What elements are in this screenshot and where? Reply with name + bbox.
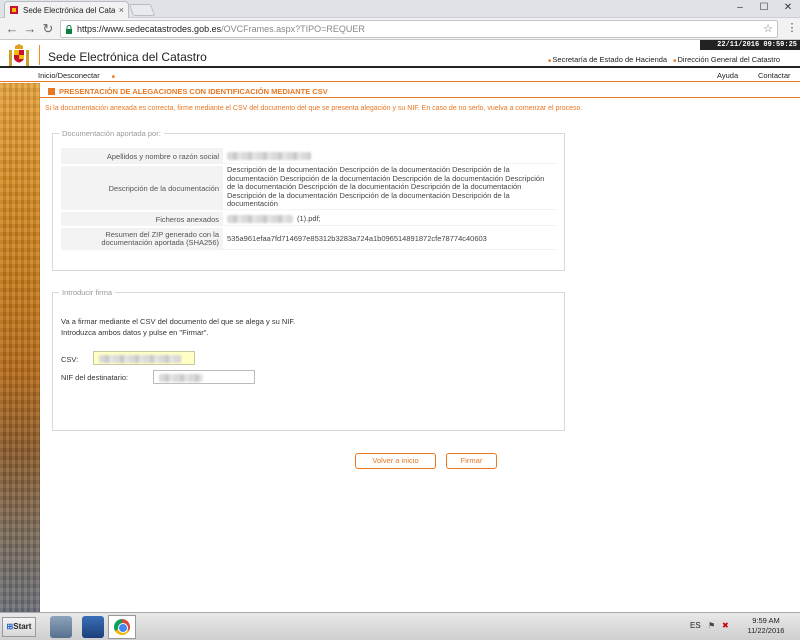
back-to-start-button[interactable]: Volver a inicio — [355, 453, 436, 469]
description-label: Descripción de la documentación — [61, 166, 223, 210]
redacted-filename — [227, 214, 293, 223]
coat-of-arms-logo — [9, 44, 29, 66]
main-content: PRESENTACIÓN DE ALEGACIONES CON IDENTIFI… — [40, 83, 800, 612]
browser-tab-bar: Sede Electrónica del Catastro × – ☐ ✕ — [0, 0, 800, 18]
help-link[interactable]: Ayuda — [717, 71, 738, 80]
signature-fieldset: Introducir firma Va a firmar mediante el… — [52, 288, 565, 431]
sign-button[interactable]: Firmar — [446, 453, 497, 469]
back-arrow-icon[interactable]: ← — [4, 21, 20, 37]
start-button[interactable]: ⊞Start — [2, 617, 36, 637]
language-indicator[interactable]: ES — [690, 621, 701, 630]
home-disconnect-link[interactable]: Inicio/Desconectar — [38, 71, 100, 80]
url-path: /OVCFrames.aspx?TIPO=REQUER — [221, 24, 365, 34]
flag-tray-icon[interactable]: ⚑ — [708, 621, 715, 630]
signature-legend: Introducir firma — [62, 288, 113, 297]
attachments-value: (1).pdf; — [223, 212, 557, 226]
city-side-image — [0, 83, 40, 612]
nif-input[interactable] — [153, 370, 255, 384]
new-tab-button[interactable] — [128, 4, 156, 16]
clock-time: 9:59 AM — [752, 616, 780, 625]
attachments-ext: (1).pdf; — [297, 214, 321, 223]
title-bullet-icon — [48, 88, 55, 95]
site-header: 22/11/2016 09:59:25 Sede Electrónica del… — [0, 40, 800, 68]
chrome-icon — [114, 619, 130, 635]
windows-taskbar: ⊞Start ES ⚑ ✖ 9:59 AM 11/22/2016 — [0, 612, 800, 640]
table-row: Apellidos y nombre o razón social — [61, 148, 557, 164]
tab-title: Sede Electrónica del Catastro — [23, 5, 115, 15]
attachments-label: Ficheros anexados — [61, 212, 223, 226]
nav-bullet-icon: ■ — [111, 74, 115, 80]
table-row: Ficheros anexados (1).pdf; — [61, 212, 557, 226]
server-manager-icon[interactable] — [50, 616, 72, 638]
tab-close-icon[interactable]: × — [119, 5, 124, 15]
start-label: Start — [13, 622, 32, 631]
nif-label: NIF del destinatario: — [61, 373, 129, 382]
forward-arrow-icon[interactable]: → — [22, 21, 38, 37]
contact-link[interactable]: Contactar — [758, 71, 791, 80]
csv-label: CSV: — [61, 355, 79, 364]
sign-instruction-2: Introduzca ambos datos y pulse en "Firma… — [61, 328, 209, 337]
documentation-legend: Documentación aportada por: — [62, 129, 161, 138]
close-window-button[interactable]: ✕ — [776, 0, 800, 16]
header-links: Secretaría de Estado de Hacienda Direcci… — [548, 55, 780, 64]
minimize-button[interactable]: – — [728, 0, 752, 16]
web-page: 22/11/2016 09:59:25 Sede Electrónica del… — [0, 40, 800, 612]
name-label: Apellidos y nombre o razón social — [61, 148, 223, 164]
clock-date: 11/22/2016 — [747, 626, 785, 635]
site-title: Sede Electrónica del Catastro — [48, 50, 207, 64]
powershell-icon[interactable] — [82, 616, 104, 638]
table-row: Descripción de la documentación Descripc… — [61, 165, 557, 210]
network-tray-icon[interactable]: ✖ — [722, 621, 729, 630]
name-value — [223, 148, 557, 164]
address-bar-row: ← → ↻ https://www.sedecatastrodes.gob.es… — [0, 18, 800, 40]
title-underline — [40, 97, 800, 98]
secure-lock-icon — [66, 24, 72, 34]
maximize-button[interactable]: ☐ — [752, 0, 776, 16]
table-row: Resumen del ZIP generado con la document… — [61, 228, 557, 250]
reload-icon[interactable]: ↻ — [40, 21, 56, 37]
page-title-text: PRESENTACIÓN DE ALEGACIONES CON IDENTIFI… — [59, 87, 328, 96]
site-favicon-icon — [10, 6, 18, 14]
url-host: https://www.sedecatastrodes.gob.es — [77, 24, 222, 34]
link-secretaria[interactable]: Secretaría de Estado de Hacienda — [548, 55, 667, 64]
info-message: Si la documentación anexada es correcta,… — [45, 105, 583, 112]
system-clock[interactable]: 9:59 AM 11/22/2016 — [736, 616, 796, 636]
browser-tab[interactable]: Sede Electrónica del Catastro × — [4, 1, 129, 18]
datetime-display: 22/11/2016 09:59:25 — [700, 40, 800, 50]
chrome-taskbar-button[interactable] — [108, 615, 136, 639]
nav-bar: Inicio/Desconectar ■ Ayuda Contactar — [0, 70, 800, 82]
link-direccion[interactable]: Dirección General del Catastro — [673, 55, 781, 64]
csv-input[interactable] — [93, 351, 195, 365]
sha-label: Resumen del ZIP generado con la document… — [61, 228, 223, 250]
url-input[interactable]: https://www.sedecatastrodes.gob.es/OVCFr… — [60, 20, 778, 38]
bookmark-star-icon[interactable]: ☆ — [763, 22, 773, 35]
page-title: PRESENTACIÓN DE ALEGACIONES CON IDENTIFI… — [48, 87, 328, 96]
redacted-nif — [159, 374, 203, 382]
documentation-fieldset: Documentación aportada por: Apellidos y … — [52, 129, 565, 271]
redacted-name — [227, 151, 311, 160]
sign-instruction-1: Va a firmar mediante el CSV del document… — [61, 317, 296, 326]
header-divider — [39, 45, 40, 65]
redacted-csv — [99, 355, 181, 363]
sha-value: 535a961efaa7fd714697e85312b3283a724a1b09… — [223, 228, 557, 250]
browser-menu-icon[interactable]: ⋮ — [786, 21, 798, 37]
description-value: Descripción de la documentación Descripc… — [223, 165, 557, 210]
